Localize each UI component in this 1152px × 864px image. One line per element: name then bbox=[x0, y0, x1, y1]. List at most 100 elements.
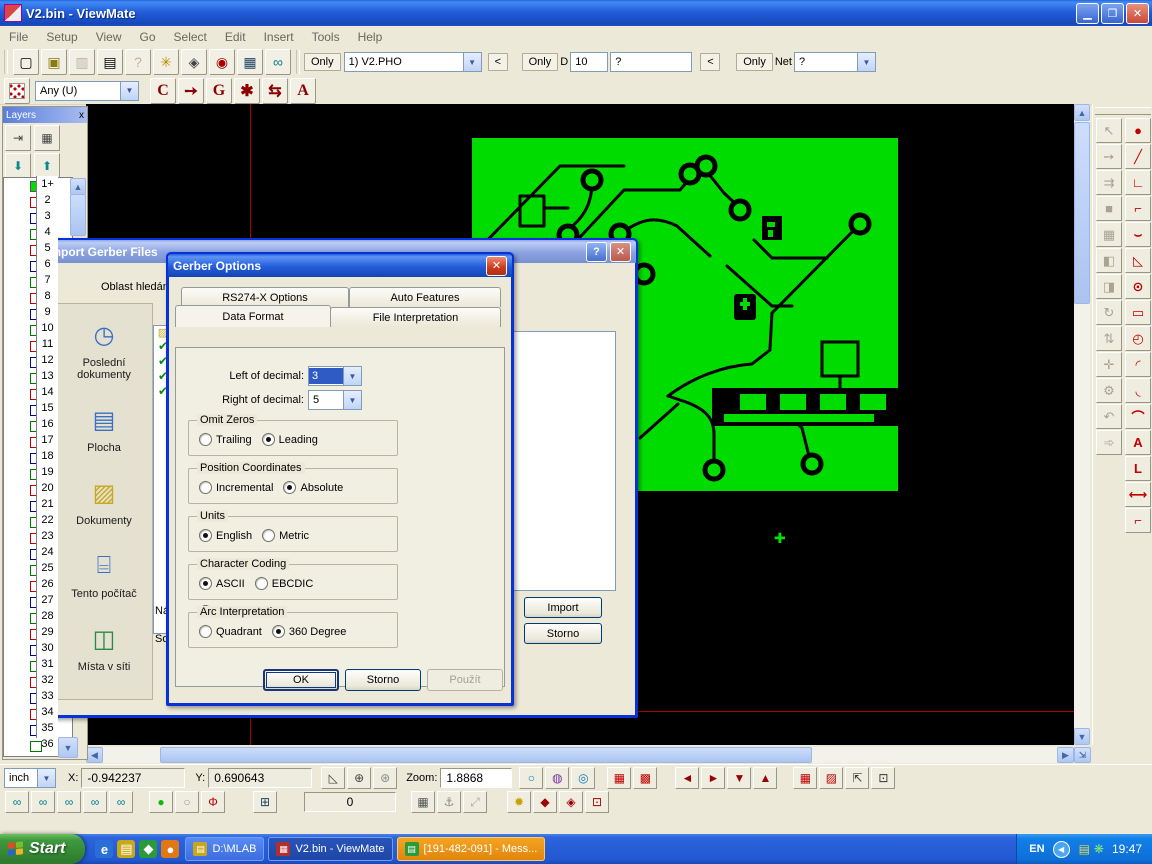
pan-up-icon[interactable]: ▲ bbox=[753, 767, 777, 789]
restore-button[interactable]: ❐ bbox=[1101, 3, 1124, 24]
layer-number[interactable]: 21 bbox=[37, 496, 58, 512]
radio-icon[interactable] bbox=[199, 481, 212, 494]
only-net-button[interactable]: Only bbox=[736, 53, 773, 71]
radio-icon[interactable] bbox=[199, 577, 212, 590]
draw-outline-tool[interactable]: ⌐ bbox=[1125, 196, 1151, 221]
radio-absolute[interactable]: Absolute bbox=[283, 481, 343, 494]
examine-lines-icon[interactable]: ∞ bbox=[31, 791, 55, 813]
tab-data-format[interactable]: Data Format bbox=[175, 305, 331, 327]
dcode-input[interactable]: 10 bbox=[570, 52, 608, 72]
highlight-off-icon[interactable]: ○ bbox=[175, 791, 199, 813]
grid-remove-icon[interactable]: ▨ bbox=[819, 767, 843, 789]
layer-number[interactable]: 27 bbox=[37, 592, 58, 608]
layer-number[interactable]: 20 bbox=[37, 480, 58, 496]
close-button[interactable]: ✕ bbox=[1126, 3, 1149, 24]
layer-number[interactable]: 14 bbox=[37, 384, 58, 400]
save-file-icon[interactable]: ▥ bbox=[69, 49, 95, 75]
zoom-value[interactable]: 1.8868 bbox=[440, 768, 512, 788]
draw-triangle-tool[interactable]: ◺ bbox=[1125, 248, 1151, 273]
radio-icon[interactable] bbox=[272, 625, 285, 638]
net-combo[interactable]: ?▼ bbox=[794, 52, 876, 72]
tray-chevron-icon[interactable]: ◀ bbox=[1053, 841, 1070, 858]
aperture-g-button[interactable]: G bbox=[206, 78, 232, 104]
apply-button[interactable]: Použít bbox=[427, 669, 503, 691]
menu-help[interactable]: Help bbox=[349, 28, 392, 46]
chevron-down-icon[interactable]: ▼ bbox=[857, 53, 875, 71]
layer-number[interactable]: 4 bbox=[37, 224, 58, 240]
rotate-tool[interactable]: ↻ bbox=[1096, 300, 1122, 325]
place-documents[interactable]: ▨Dokumenty bbox=[76, 476, 132, 527]
place-my-computer[interactable]: ⌸Tento počítač bbox=[71, 549, 136, 600]
radio-ascii[interactable]: ASCII bbox=[199, 577, 245, 590]
task-viewmate[interactable]: ▦V2.bin - ViewMate bbox=[268, 837, 392, 861]
select-tool[interactable]: ↖ bbox=[1096, 118, 1122, 143]
scale-tool[interactable]: ⇅ bbox=[1096, 326, 1122, 351]
flash-mode-icon[interactable]: ✹ bbox=[507, 791, 531, 813]
snap-value-field[interactable]: 0 bbox=[304, 792, 396, 812]
dot-square-icon[interactable]: ⊡ bbox=[585, 791, 609, 813]
place-network[interactable]: ◫Místa v síti bbox=[78, 622, 131, 673]
draw-rectangle-tool[interactable]: ▭ bbox=[1125, 300, 1151, 325]
examine-net-icon[interactable]: ∞ bbox=[109, 791, 133, 813]
mirror-y-tool[interactable]: ◨ bbox=[1096, 274, 1122, 299]
radio-icon[interactable] bbox=[262, 433, 275, 446]
layer-number[interactable]: 30 bbox=[37, 640, 58, 656]
tab-file-interpretation[interactable]: File Interpretation bbox=[330, 307, 501, 327]
layer-number[interactable]: 26 bbox=[37, 576, 58, 592]
vscroll-thumb[interactable] bbox=[1074, 122, 1090, 304]
layer-number[interactable]: 12 bbox=[37, 352, 58, 368]
draw-open-arc-tool[interactable]: ⌣ bbox=[1125, 222, 1151, 247]
film-layers-icon[interactable]: ▦ bbox=[237, 49, 263, 75]
layer-number[interactable]: 34 bbox=[37, 704, 58, 720]
pan-left-icon[interactable]: ◄ bbox=[675, 767, 699, 789]
quicklaunch-ie-icon[interactable]: e bbox=[95, 840, 113, 858]
cancel-button[interactable]: Storno bbox=[345, 669, 421, 691]
layer-number[interactable]: 1+ bbox=[37, 176, 58, 192]
only-layer-button[interactable]: Only bbox=[304, 53, 341, 71]
highlight-flash-icon[interactable]: ✳ bbox=[153, 49, 179, 75]
draw-line-tool[interactable]: ╱ bbox=[1125, 144, 1151, 169]
draw-pad-tool[interactable]: ● bbox=[1125, 118, 1151, 143]
examine-dots-icon[interactable]: ∞ bbox=[5, 791, 29, 813]
layer-number[interactable]: 9 bbox=[37, 304, 58, 320]
layer-number[interactable]: 35 bbox=[37, 720, 58, 736]
undo-tool[interactable]: ↶ bbox=[1096, 404, 1122, 429]
import-button[interactable]: Import bbox=[524, 597, 602, 618]
radio-icon[interactable] bbox=[199, 433, 212, 446]
reroute-tool[interactable]: ➾ bbox=[1096, 430, 1122, 455]
resize-diag-icon[interactable]: ⤢ bbox=[463, 791, 487, 813]
language-indicator[interactable]: EN bbox=[1029, 843, 1044, 855]
import-cancel-button[interactable]: Storno bbox=[524, 623, 602, 644]
layer-number[interactable]: 6 bbox=[37, 256, 58, 272]
draw-vertex-tool[interactable]: ∟ bbox=[1125, 170, 1151, 195]
layers-scroll-down-icon[interactable]: ▼ bbox=[58, 737, 78, 758]
draw-arc-tool[interactable]: ◜ bbox=[1125, 352, 1151, 377]
menu-edit[interactable]: Edit bbox=[216, 28, 255, 46]
import-close-icon[interactable]: ✕ bbox=[610, 242, 631, 262]
diamond-pad-icon[interactable]: ◆ bbox=[533, 791, 557, 813]
context-help-icon[interactable]: ? bbox=[125, 49, 151, 75]
quicklaunch-book-icon[interactable]: ◆ bbox=[139, 840, 157, 858]
pan-down-icon[interactable]: ▼ bbox=[727, 767, 751, 789]
layer-number[interactable]: 25 bbox=[37, 560, 58, 576]
draw-arc-end-tool[interactable]: ◟ bbox=[1125, 378, 1151, 403]
layer-number[interactable]: 13 bbox=[37, 368, 58, 384]
layer-number[interactable]: 2 bbox=[37, 192, 58, 208]
menu-go[interactable]: Go bbox=[131, 28, 165, 46]
radio-360-degree[interactable]: 360 Degree bbox=[272, 625, 347, 638]
fill-dark-tool[interactable]: ■ bbox=[1096, 196, 1122, 221]
layer-number[interactable]: 16 bbox=[37, 416, 58, 432]
right-of-decimal-combo[interactable]: 5 ▼ bbox=[308, 390, 362, 410]
radio-icon[interactable] bbox=[262, 529, 275, 542]
radio-icon[interactable] bbox=[199, 529, 212, 542]
place-desktop[interactable]: ▤Plocha bbox=[84, 403, 124, 454]
start-button[interactable]: Start bbox=[0, 834, 85, 864]
layer-number[interactable]: 22 bbox=[37, 512, 58, 528]
layer-number[interactable]: 36 bbox=[37, 736, 58, 752]
gerber-close-icon[interactable]: ✕ bbox=[486, 256, 507, 276]
layer-number[interactable]: 32 bbox=[37, 672, 58, 688]
ok-button[interactable]: OK bbox=[263, 669, 339, 691]
layer-number[interactable]: 19 bbox=[37, 464, 58, 480]
layer-number[interactable]: 31 bbox=[37, 656, 58, 672]
scroll-corner-button[interactable]: ⇲ bbox=[1074, 747, 1091, 763]
